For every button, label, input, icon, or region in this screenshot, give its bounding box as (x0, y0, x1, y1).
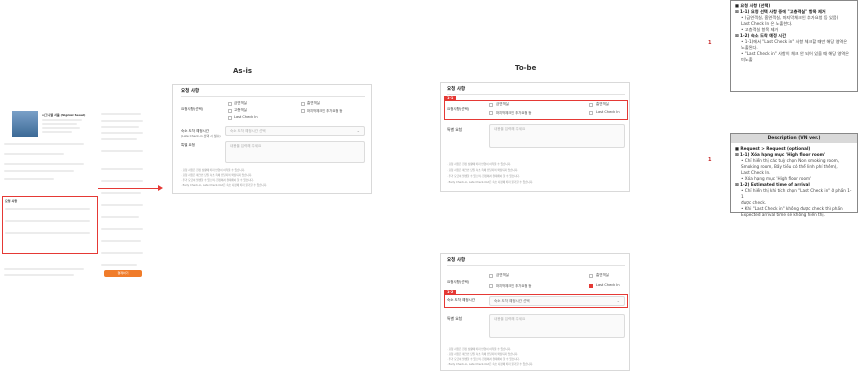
pay-button[interactable]: 결제하기 (104, 270, 142, 277)
checkbox-smoking[interactable] (301, 102, 305, 106)
tobe2-opt-lastcheckin: Last Check In (596, 283, 620, 287)
tobe1-special-textarea[interactable]: 내용을 입력해 주세요 (489, 124, 625, 148)
tobe1-opt-nonsmoking: 금연객실 (496, 102, 509, 106)
tobe2-arrival-select[interactable]: 숙소 도착 예정시간 선택 ⌄ (489, 296, 625, 306)
annotation-kr: ■ 요청 사항 (선택) ⊠ 1-1) 요청 선택 사항 중에 "고층객실" 항… (730, 0, 858, 92)
hotel-name: 시그니엘 서울 (Signiel Seoul) (42, 113, 86, 117)
tobe2-checkbox-lastcheckin[interactable] (589, 284, 593, 288)
annotation-kr-number: 1 (708, 40, 712, 46)
arrow-head-icon (158, 185, 163, 191)
tobe1-special-label: 특별 요청 (447, 127, 463, 132)
chevron-down-icon: ⌄ (356, 128, 360, 133)
tobe2-checkbox-extra[interactable] (489, 284, 493, 288)
asis-title: 요청 사항 (181, 89, 200, 94)
asis-arrival-sub: (Late Check-in 선택 시 필수) (181, 134, 221, 138)
tobe2-opt-smoking: 흡연객실 (596, 273, 609, 277)
tobe2-checkbox-smoking[interactable] (589, 274, 593, 278)
opt-smoking: 흡연객실 (307, 101, 320, 105)
tobe2-opt-extra: 마지막체크인 추가요청 등 (496, 284, 532, 288)
tobe2-note-4: · Early Check-in, Late Check-Out은 숙소 사정에… (447, 363, 534, 366)
tobe1-opt-lastcheckin: Last Check In (596, 110, 620, 114)
tobe1-note-4: · Early Check-in, Late Check-Out은 숙소 사정에… (447, 181, 534, 184)
tobe2-request-label: 요청사항(선택) (447, 280, 470, 284)
opt-lastcheckin: Last Check In (234, 115, 258, 119)
left-page-thumbnail: 시그니엘 서울 (Signiel Seoul) 결제하기 요청 사항 (0, 108, 146, 376)
annotation-vn-number: 1 (708, 157, 712, 163)
tobe2-title: 요청 사항 (447, 258, 466, 263)
tobe2-special-label: 특별 요청 (447, 316, 463, 321)
asis-note-2: · 요청 사항은 체크인 당일 숙소 측에 전달되며 확정되지 않습니다. (181, 174, 253, 177)
tobe1-checkbox-nonsmoking[interactable] (489, 103, 493, 107)
tobe2-arrival-label: 숙소 도착 예정시간 (447, 298, 475, 302)
tobe-panel-1: 요청 사항 1-1 요청사항(선택) 금연객실 흡연객실 마지막체크인 추가요청… (440, 82, 630, 192)
tobe2-note-3: · 추가 요금이 발생할 수 있으며, 현장에서 결제해야 할 수 있습니다. (447, 358, 520, 361)
checkbox-extra[interactable] (301, 109, 305, 113)
tobe1-checkbox-smoking[interactable] (589, 103, 593, 107)
asis-special-label: 특별 요청 (181, 143, 195, 147)
chevron-down-icon: ⌄ (616, 298, 620, 303)
annotation-vn-b2a: • Chỉ hiển thị khi tích chọn "Last Check… (741, 188, 852, 199)
tobe1-note-3: · 추가 요금이 발생할 수 있으며, 현장에서 결제해야 할 수 있습니다. (447, 175, 520, 178)
asis-arrival-select[interactable]: 숙소 도착 예정시간 선택 ⌄ (225, 126, 365, 136)
tobe1-opt-smoking: 흡연객실 (596, 102, 609, 106)
annotation-vn-b2d: Expected arrival time sẽ không hiển thị. (741, 212, 825, 217)
checkbox-lastcheckin[interactable] (228, 116, 232, 120)
asis-note-1: · 요청 사항은 현장 상황에 따라 반영이 어려울 수 있습니다. (181, 169, 245, 172)
asis-special-textarea[interactable]: 내용을 입력해 주세요 (225, 141, 365, 163)
tobe2-opt-nonsmoking: 금연객실 (496, 273, 509, 277)
tobe1-note-2: · 요청 사항은 체크인 당일 숙소 측에 전달되며 확정되지 않습니다. (447, 169, 519, 172)
checkbox-nonsmoking[interactable] (228, 102, 232, 106)
tobe1-checkbox-lastcheckin[interactable] (589, 111, 593, 115)
tobe1-checkbox-extra[interactable] (489, 111, 493, 115)
checkbox-highfloor[interactable] (228, 109, 232, 113)
annotation-vn-header: Description (VN ver.) (731, 134, 857, 143)
tobe-label: To-be (515, 64, 537, 72)
opt-highfloor: 고층객실 (234, 108, 247, 112)
tobe2-note-1: · 요청 사항은 현장 상황에 따라 반영이 어려울 수 있습니다. (447, 348, 511, 351)
tobe-panel-2: 요청 사항 요청사항(선택) 금연객실 흡연객실 마지막체크인 추가요청 등 L… (440, 253, 630, 371)
hotel-photo (12, 111, 38, 137)
asis-note-3: · 추가 요금이 발생할 수 있으며, 현장에서 결제해야 할 수 있습니다. (181, 179, 254, 182)
connector-line (98, 188, 160, 189)
opt-extra: 마지막체크인 추가요청 등 (307, 109, 343, 113)
tobe1-note-1: · 요청 사항은 현장 상황에 따라 반영이 어려울 수 있습니다. (447, 163, 511, 166)
tobe2-special-textarea[interactable]: 내용을 입력해 주세요 (489, 314, 625, 338)
asis-request-label: 요청사항(선택) (181, 107, 204, 111)
tobe1-opt-extra: 마지막체크인 추가요청 등 (496, 111, 532, 115)
annotation-kr-b2d: 미노출 (741, 57, 753, 62)
tobe1-request-label: 요청사항(선택) (447, 107, 470, 111)
opt-nonsmoking: 금연객실 (234, 101, 247, 105)
request-title-thumb: 요청 사항 (5, 199, 18, 203)
asis-label: As-is (233, 67, 253, 75)
annotation-vn: Description (VN ver.) ■ Request > Reques… (730, 133, 858, 217)
asis-note-4: · Early Check-in, Late Check-Out은 숙소 사정에… (181, 184, 268, 187)
asis-request-panel: 요청 사항 요청사항(선택) 금연객실 흡연객실 고층객실 마지막체크인 추가요… (172, 84, 372, 194)
request-section-highlight (2, 196, 98, 254)
tobe2-note-2: · 요청 사항은 체크인 당일 숙소 측에 전달되며 확정되지 않습니다. (447, 353, 519, 356)
tobe1-title: 요청 사항 (447, 87, 466, 92)
tobe2-checkbox-nonsmoking[interactable] (489, 274, 493, 278)
